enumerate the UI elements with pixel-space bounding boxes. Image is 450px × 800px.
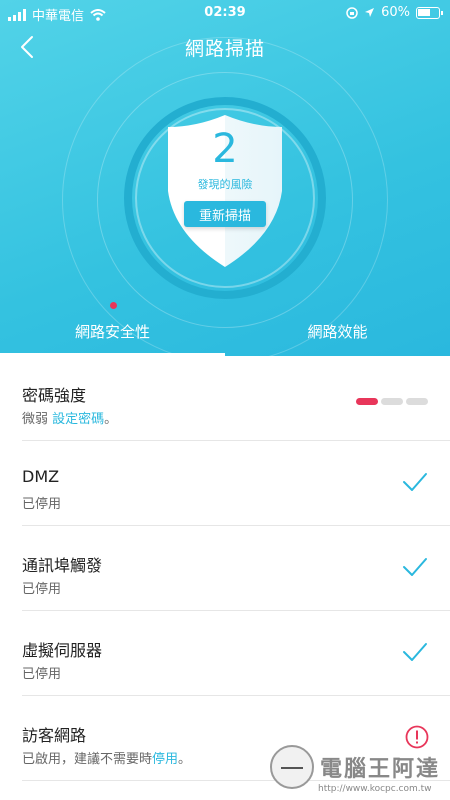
list-item-port-triggering[interactable]: 通訊埠觸發 已停用	[22, 526, 450, 611]
list-item-password-strength[interactable]: 密碼強度 微弱 設定密碼。	[22, 356, 450, 441]
item-status: 已停用	[22, 582, 62, 597]
item-title: 訪客網路	[22, 726, 87, 745]
scan-header: 中華電信 02:39 60% 網路掃描 2 發現的風險 重新掃描 網路安全性 網…	[0, 0, 450, 356]
rescan-button[interactable]: 重新掃描	[184, 201, 266, 227]
check-icon	[403, 643, 427, 661]
check-icon	[403, 473, 427, 491]
list-item-virtual-server[interactable]: 虛擬伺服器 已停用	[22, 611, 450, 696]
tab-network-security[interactable]: 網路安全性	[0, 321, 225, 342]
item-title: 虛擬伺服器	[22, 641, 103, 660]
item-status: 已停用	[22, 667, 62, 682]
risk-label: 發現的風險	[197, 178, 253, 191]
watermark-logo: 電腦王阿達	[270, 745, 440, 789]
security-check-list: 密碼強度 微弱 設定密碼。 DMZ 已停用 通訊埠觸發 已停用 虛擬伺服器 已停…	[0, 356, 450, 781]
status-bar: 中華電信 02:39 60%	[0, 0, 450, 26]
password-strength-meter	[356, 398, 428, 405]
check-icon	[403, 558, 427, 576]
watermark-text: 電腦王阿達	[320, 757, 441, 782]
mascot-icon	[270, 745, 314, 789]
notification-dot	[110, 302, 117, 309]
strength-bar	[406, 398, 428, 405]
item-status: 已啟用，建議不需要時停用。	[22, 748, 191, 767]
disable-link[interactable]: 停用	[152, 752, 178, 767]
rotation-lock-icon	[346, 6, 358, 19]
item-title: 密碼強度	[22, 386, 87, 405]
item-status: 已停用	[22, 497, 62, 512]
status-suffix: 。	[178, 752, 192, 767]
battery-icon	[416, 6, 443, 19]
item-title: DMZ	[22, 467, 60, 486]
status-text: 微弱	[22, 412, 49, 427]
strength-bar	[356, 398, 378, 405]
status-suffix: 。	[104, 412, 118, 427]
watermark-url: http://www.kocpc.com.tw	[318, 784, 432, 794]
set-password-link[interactable]: 設定密碼	[52, 412, 104, 427]
list-item-dmz[interactable]: DMZ 已停用	[22, 441, 450, 526]
battery-percent: 60%	[381, 5, 410, 20]
tab-network-performance[interactable]: 網路效能	[225, 321, 450, 342]
item-title: 通訊埠觸發	[22, 556, 103, 575]
status-text: 已啟用，建議不需要時	[22, 752, 153, 767]
location-icon	[365, 8, 375, 17]
strength-bar	[381, 398, 403, 405]
tab-bar: 網路安全性 網路效能	[0, 318, 450, 356]
item-status: 微弱 設定密碼。	[22, 408, 117, 427]
risk-count: 2	[212, 126, 238, 172]
